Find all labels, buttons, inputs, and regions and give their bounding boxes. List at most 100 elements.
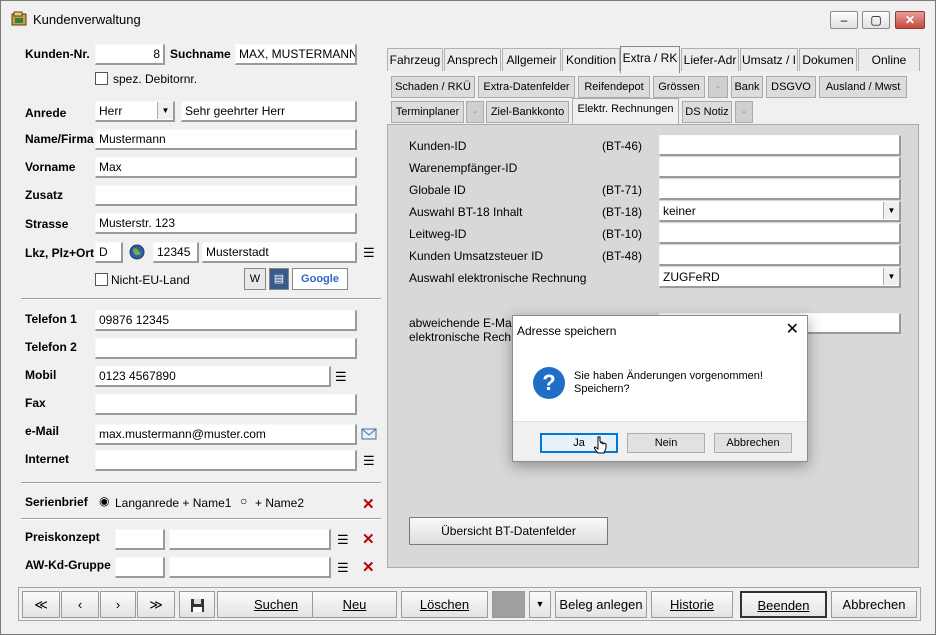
tab-empty[interactable]: - — [708, 76, 728, 98]
kundennr-field[interactable]: 8 — [95, 44, 165, 65]
loeschen-button[interactable]: Löschen — [401, 591, 488, 618]
dialog-no-button[interactable]: Nein — [627, 433, 705, 453]
serienbrief-option2-label: + Name2 — [255, 496, 305, 510]
tab-ausland-mwst[interactable]: Ausland / Mwst — [819, 76, 907, 98]
tab-ansprech[interactable]: Ansprech — [444, 48, 501, 71]
tab-dokumente[interactable]: Dokumen — [799, 48, 857, 71]
tab-kondition[interactable]: Kondition — [562, 48, 620, 71]
beenden-button[interactable]: Beenden — [740, 591, 827, 618]
tab-extra-datenfelder[interactable]: Extra-Datenfelder — [478, 76, 575, 98]
awkd-delete-icon[interactable]: ✕ — [362, 558, 375, 576]
email-erechnung-label-1: abweichende E-Ma — [409, 316, 512, 330]
internet-list-icon[interactable]: ☰ — [363, 454, 375, 467]
minimize-button[interactable]: – — [830, 11, 858, 29]
dialog-message-line2: Speichern? — [574, 383, 630, 395]
awkd-code-field[interactable] — [115, 557, 165, 578]
nicht-eu-label: Nicht-EU-Land — [111, 273, 190, 287]
tab-schaden-rku[interactable]: Schaden / RKÜ — [391, 76, 475, 98]
bt18-dropdown-icon[interactable]: ▼ — [883, 202, 899, 219]
dialog-close-icon[interactable]: ✕ — [786, 319, 799, 339]
tab-groessen[interactable]: Grössen — [653, 76, 705, 98]
anrede-text-field[interactable]: Sehr geehrter Herr — [181, 101, 357, 122]
map-icon[interactable]: ▤ — [269, 268, 289, 290]
lkz-field[interactable]: D — [95, 242, 123, 263]
tab-terminplaner[interactable]: Terminplaner — [391, 101, 464, 123]
telefon2-field[interactable] — [95, 338, 357, 359]
awkd-name-field[interactable] — [169, 557, 331, 578]
mouse-cursor-icon — [594, 436, 607, 454]
tab-empty[interactable]: - — [735, 101, 753, 123]
bt18-select[interactable]: keiner ▼ — [659, 201, 901, 222]
preiskonzept-name-field[interactable] — [169, 529, 331, 550]
tab-reifendepot[interactable]: Reifendepot — [578, 76, 650, 98]
save-icon[interactable] — [179, 591, 215, 618]
ust-id-field[interactable] — [659, 245, 901, 266]
mail-icon[interactable] — [361, 426, 377, 440]
zusatz-field[interactable] — [95, 185, 357, 206]
tab-ziel-bankkonto[interactable]: Ziel-Bankkonto — [486, 101, 569, 123]
preiskonzept-list-icon[interactable]: ☰ — [337, 533, 349, 546]
anrede-dropdown-icon[interactable]: ▼ — [157, 102, 173, 119]
last-record-icon[interactable]: ≫ — [137, 591, 175, 618]
first-record-icon[interactable]: ≪ — [22, 591, 60, 618]
preiskonzept-delete-icon[interactable]: ✕ — [362, 530, 375, 548]
suchname-field[interactable]: MAX, MUSTERMANN — [235, 44, 357, 65]
beleg-dropdown-icon[interactable]: ▼ — [529, 591, 551, 618]
nicht-eu-checkbox[interactable] — [95, 273, 108, 286]
strasse-field[interactable]: Musterstr. 123 — [95, 213, 357, 234]
mobil-list-icon[interactable]: ☰ — [335, 370, 347, 383]
plz-field[interactable]: 12345 — [153, 242, 199, 263]
prev-record-icon[interactable]: ‹ — [61, 591, 99, 618]
warenempfaenger-id-field[interactable] — [659, 157, 901, 178]
tab-extra-rk[interactable]: Extra / RK — [620, 46, 680, 73]
kunden-id-field[interactable] — [659, 135, 901, 156]
globe-icon[interactable] — [129, 244, 145, 260]
email-field[interactable]: max.mustermann@muster.com — [95, 424, 357, 445]
tab-umsatz[interactable]: Umsatz / I — [740, 48, 798, 71]
maximize-button[interactable]: ▢ — [862, 11, 890, 29]
tab-empty[interactable]: - — [466, 101, 484, 123]
abbrechen-button[interactable]: Abbrechen — [831, 591, 917, 618]
tab-fahrzeug[interactable]: Fahrzeug — [387, 48, 443, 71]
spez-debitor-checkbox[interactable] — [95, 72, 108, 85]
awkd-list-icon[interactable]: ☰ — [337, 561, 349, 574]
neu-button[interactable]: Neu — [312, 591, 397, 618]
dialog-cancel-button[interactable]: Abbrechen — [714, 433, 792, 453]
serienbrief-delete-icon[interactable]: ✕ — [362, 495, 375, 513]
tab-dsgvo[interactable]: DSGVO — [766, 76, 816, 98]
close-button[interactable]: ✕ — [895, 11, 925, 29]
app-icon — [11, 11, 27, 26]
ort-list-icon[interactable]: ☰ — [363, 246, 375, 259]
vorname-field[interactable]: Max — [95, 157, 357, 178]
tab-online[interactable]: Online — [858, 48, 920, 71]
name-field[interactable]: Mustermann — [95, 129, 357, 150]
ort-field[interactable]: Musterstadt — [202, 242, 357, 263]
bt18-value: keiner — [663, 204, 696, 218]
word-icon[interactable]: W — [244, 268, 266, 290]
erechnung-type-select[interactable]: ZUGFeRD ▼ — [659, 267, 901, 288]
next-record-icon[interactable]: › — [100, 591, 136, 618]
serienbrief-radio-2[interactable]: ○ — [240, 495, 247, 508]
google-button[interactable]: Google — [292, 268, 348, 290]
tab-elektr-rechnungen[interactable]: Elektr. Rechnungen — [572, 98, 679, 124]
tab-bank[interactable]: Bank — [731, 76, 763, 98]
globale-id-field[interactable] — [659, 179, 901, 200]
telefon1-field[interactable]: 09876 12345 — [95, 310, 357, 331]
serienbrief-radio-1[interactable]: ◉ — [99, 495, 109, 508]
internet-field[interactable] — [95, 450, 357, 471]
preiskonzept-code-field[interactable] — [115, 529, 165, 550]
fax-field[interactable] — [95, 394, 357, 415]
tab-ds-notiz[interactable]: DS Notiz — [682, 101, 732, 123]
mobil-field[interactable]: 0123 4567890 — [95, 366, 331, 387]
vorname-label: Vorname — [25, 160, 76, 174]
leitweg-id-field[interactable] — [659, 223, 901, 244]
bt18-label: Auswahl BT-18 Inhalt — [409, 205, 523, 219]
bt-overview-button[interactable]: Übersicht BT-Datenfelder — [409, 517, 608, 545]
historie-button[interactable]: Historie — [651, 591, 733, 618]
anrede-select[interactable]: Herr ▼ — [95, 101, 175, 122]
beleg-anlegen-button[interactable]: Beleg anlegen — [555, 591, 647, 618]
tab-liefer-adr[interactable]: Liefer-Adr — [681, 48, 739, 71]
beleg-type-icon[interactable] — [492, 591, 525, 618]
tab-allgemein[interactable]: Allgemeir — [502, 48, 561, 71]
erechnung-type-dropdown-icon[interactable]: ▼ — [883, 268, 899, 285]
